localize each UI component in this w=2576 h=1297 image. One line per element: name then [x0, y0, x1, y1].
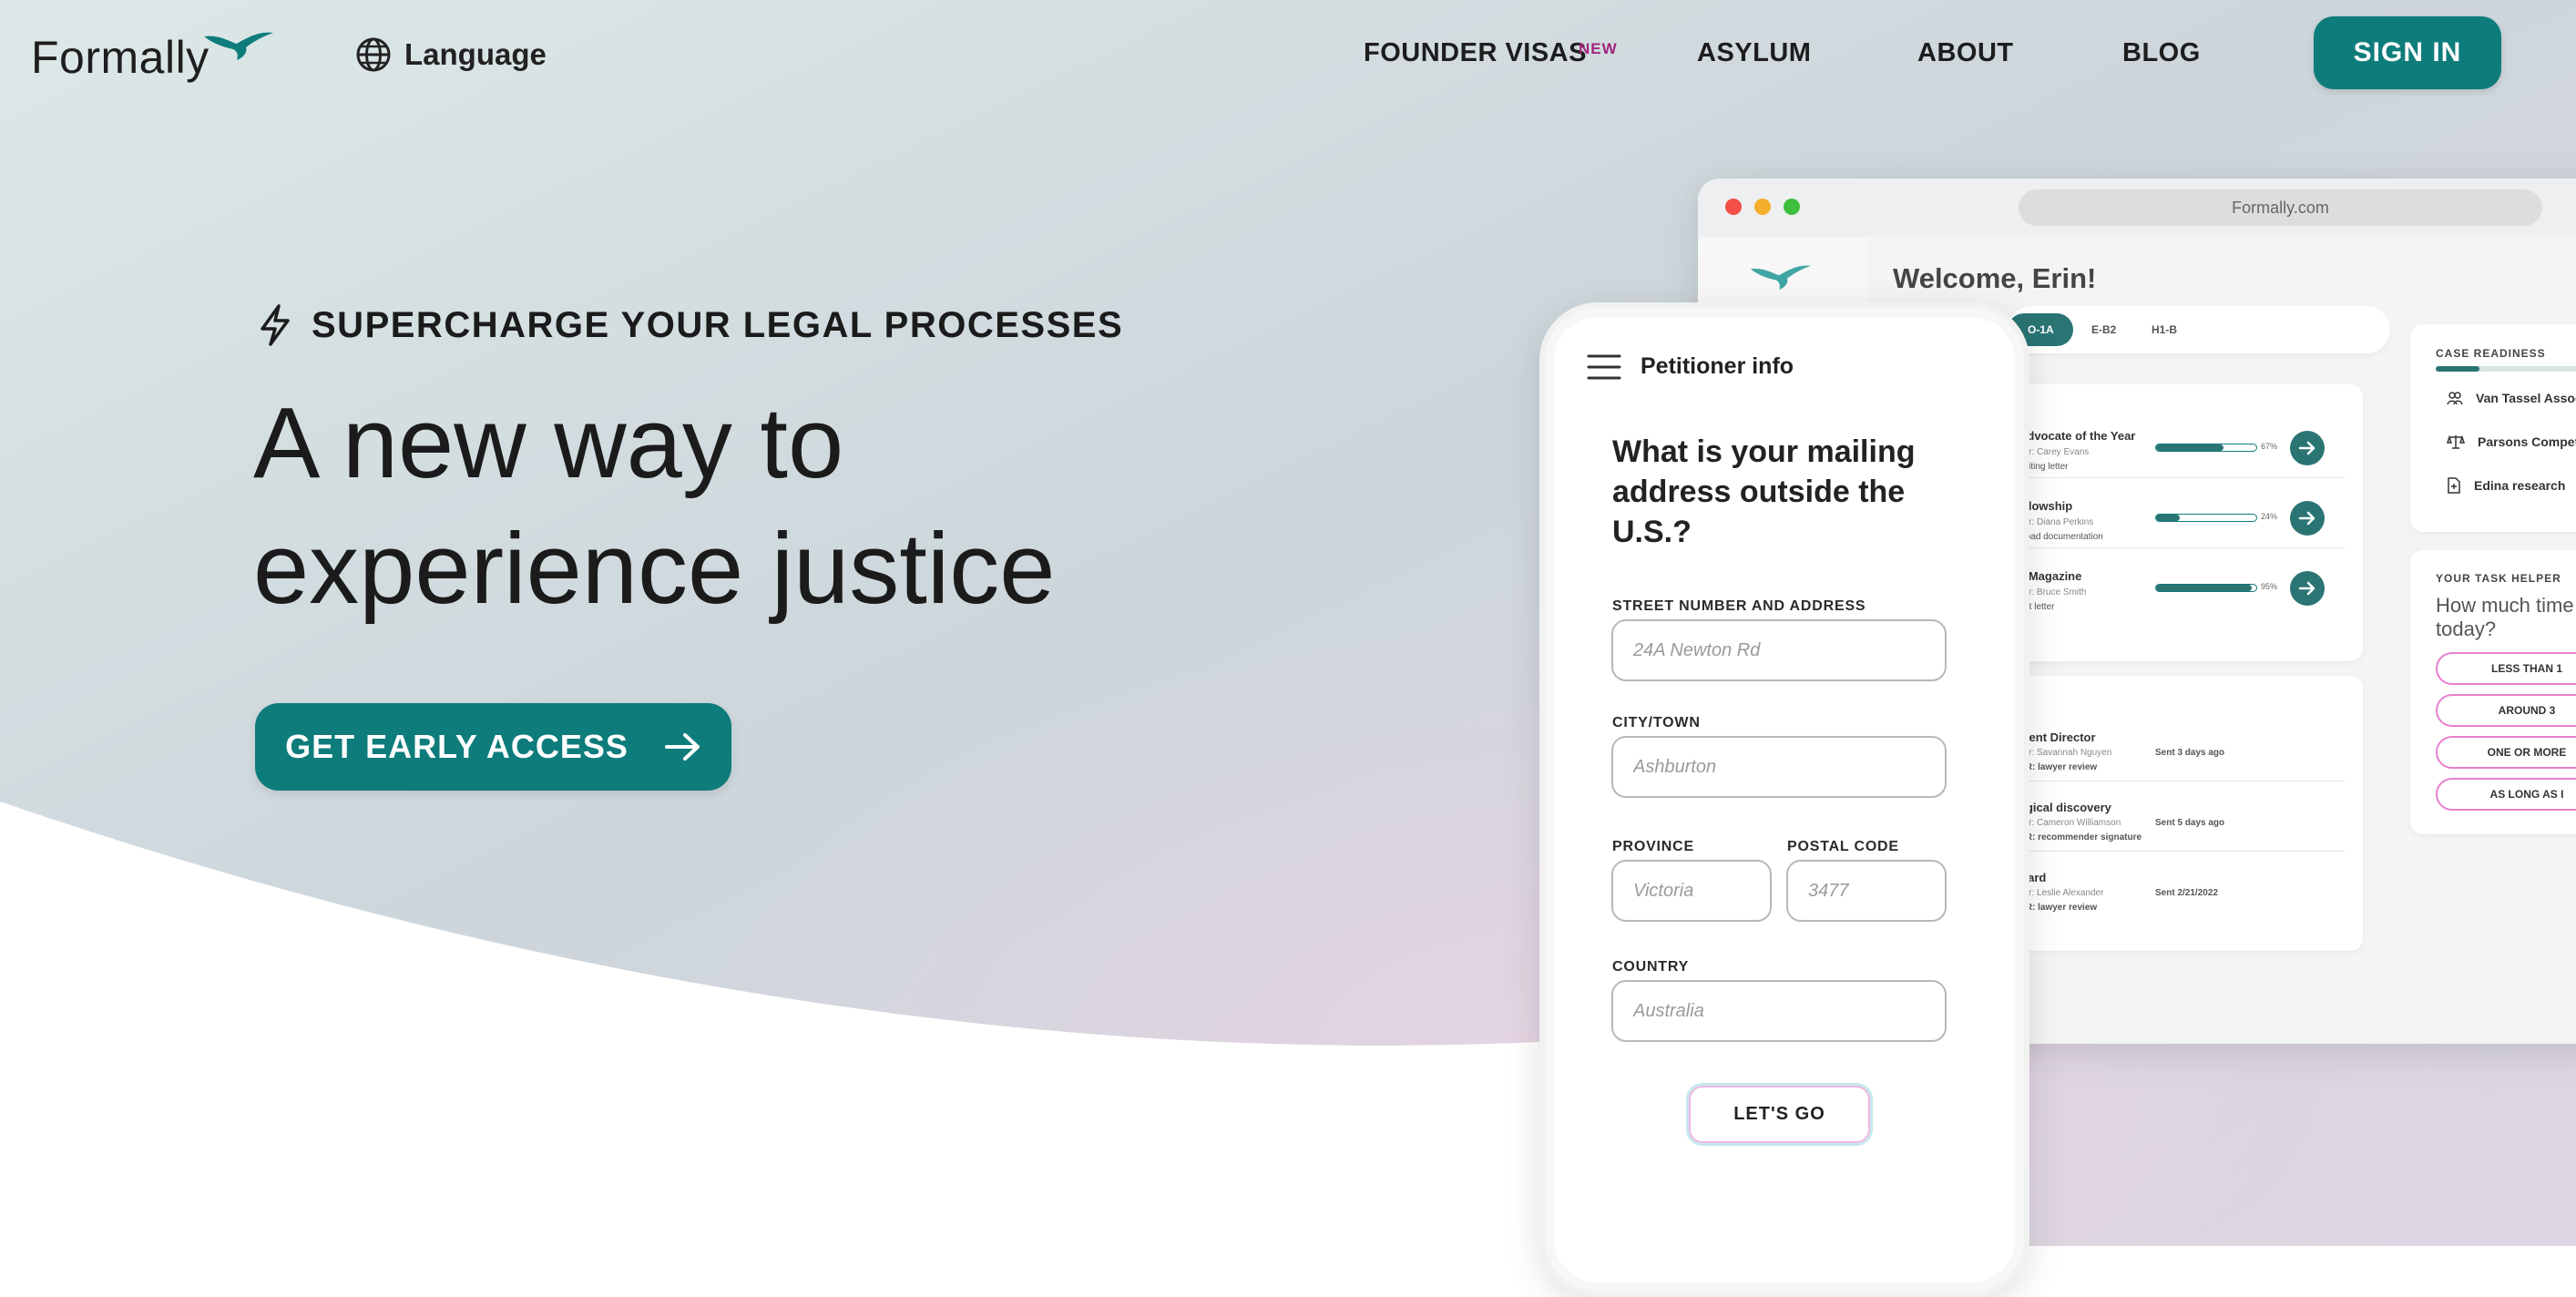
hamburger-menu-icon[interactable]: [1587, 353, 1621, 381]
new-badge: NEW: [1579, 40, 1618, 57]
case-item-label: Van Tassel Associ: [2476, 391, 2576, 405]
hero-kicker: SUPERCHARGE YOUR LEGAL PROCESSES: [257, 303, 1123, 347]
helper-option-4[interactable]: AS LONG AS I: [2436, 778, 2576, 811]
bird-logo-icon: [1750, 265, 1812, 290]
url-bar[interactable]: Formally.com: [2019, 189, 2542, 226]
nav-about[interactable]: ABOUT: [1917, 38, 2014, 68]
petition-progress-fill: [2156, 515, 2181, 521]
petition-progress-bar: [2155, 514, 2257, 522]
row-divider: [2017, 477, 2345, 478]
phone-screen-title: Petitioner info: [1641, 353, 1794, 379]
street-label: STREET NUMBER AND ADDRESS: [1612, 598, 1866, 614]
city-input[interactable]: [1611, 736, 1947, 798]
get-early-access-button[interactable]: GET EARLY ACCESS: [255, 703, 731, 791]
row-divider: [2017, 547, 2345, 548]
task-helper-label: YOUR TASK HELPER: [2436, 572, 2561, 585]
lets-go-button[interactable]: LET'S GO: [1686, 1083, 1873, 1146]
lightning-bolt-icon: [261, 304, 290, 346]
mailing-address-question: What is your mailing address outside the…: [1612, 434, 1916, 549]
scales-icon: [2447, 434, 2465, 449]
helper-option-2[interactable]: AROUND 3: [2436, 694, 2576, 727]
case-readiness-label: CASE READINESS: [2436, 347, 2546, 360]
brand-logo[interactable]: Formally: [31, 27, 275, 84]
sign-in-button[interactable]: SIGN IN: [2314, 16, 2501, 89]
petition-progress-fill: [2156, 585, 2252, 591]
maximize-dot-icon: [1784, 199, 1800, 215]
open-petition-button[interactable]: [2290, 431, 2325, 465]
province-label: PROVINCE: [1612, 839, 1694, 854]
petition-progress-bar: [2155, 584, 2257, 592]
task-helper-question-2: today?: [2436, 618, 2497, 640]
postal-code-input[interactable]: [1786, 860, 1947, 922]
letter-status: OR: lawyer review: [2019, 762, 2098, 772]
nav-blog[interactable]: BLOG: [2122, 38, 2201, 68]
petition-title[interactable]: Advocate of the Year: [2019, 429, 2135, 443]
arrow-right-icon: [2298, 581, 2315, 596]
cta-label: GET EARLY ACCESS: [285, 728, 629, 765]
logo-wordmark: Formally: [31, 32, 210, 83]
letter-title[interactable]: ogical discovery: [2019, 801, 2111, 814]
petition-progress-bar: [2155, 444, 2257, 452]
petition-progress-fill: [2156, 444, 2223, 451]
browser-bar: Formally.com: [1698, 179, 2576, 237]
letter-status: OR: recommender signature: [2019, 832, 2142, 843]
street-address-input[interactable]: [1611, 619, 1947, 681]
country-input[interactable]: [1611, 980, 1947, 1042]
letter-recommender: der: Leslie Alexander: [2019, 888, 2104, 898]
tab-h1b[interactable]: H1-B: [2152, 323, 2177, 336]
letter-title[interactable]: ment Director: [2019, 730, 2096, 744]
country-label: COUNTRY: [1612, 959, 1690, 975]
hero-headline: A new way to experience justice: [253, 381, 1255, 632]
open-petition-button[interactable]: [2290, 501, 2325, 536]
case-readiness-bar-fill: [2436, 366, 2479, 372]
tab-o1a[interactable]: O-1A: [2028, 323, 2054, 336]
kicker-text: SUPERCHARGE YOUR LEGAL PROCESSES: [312, 304, 1124, 345]
close-dot-icon: [1725, 199, 1742, 215]
city-label: CITY/TOWN: [1612, 715, 1701, 730]
welcome-heading: Welcome, Erin!: [1893, 262, 2097, 294]
task-helper-question-1: How much time c: [2436, 594, 2576, 617]
letter-recommender: der: Savannah Nguyen: [2019, 748, 2112, 758]
petition-percent: 95%: [2261, 582, 2278, 591]
helper-option-1[interactable]: LESS THAN 1: [2436, 652, 2576, 685]
arrow-right-icon: [664, 733, 700, 761]
petition-recommender: der: Diana Perkins: [2019, 517, 2094, 527]
case-item-label: Parsons Competi: [2478, 434, 2576, 449]
minimize-dot-icon: [1754, 199, 1771, 215]
tab-eb2[interactable]: E-B2: [2091, 323, 2116, 336]
letter-sent-date: Sent 2/21/2022: [2155, 888, 2218, 898]
case-item-1[interactable]: Van Tassel Associ: [2447, 390, 2576, 406]
headline-line-2: experience justice: [253, 513, 1056, 625]
letter-sent-date: Sent 5 days ago: [2155, 818, 2225, 828]
arrow-right-icon: [2298, 511, 2315, 526]
row-divider: [2017, 851, 2345, 852]
case-item-3[interactable]: Edina research: [2447, 477, 2565, 494]
open-petition-button[interactable]: [2290, 571, 2325, 606]
case-readiness-bar: [2436, 366, 2576, 372]
province-input[interactable]: [1611, 860, 1772, 922]
letter-status: OR: lawyer review: [2019, 903, 2098, 913]
petition-percent: 24%: [2261, 512, 2278, 521]
case-item-2[interactable]: Parsons Competi: [2447, 434, 2576, 450]
language-selector[interactable]: Language: [355, 36, 547, 73]
bird-logo-icon: [203, 32, 273, 60]
nav-asylum[interactable]: ASYLUM: [1697, 38, 1811, 68]
case-item-label: Edina research: [2474, 478, 2566, 493]
letter-recommender: der: Cameron Williamson: [2019, 818, 2121, 828]
letter-sent-date: Sent 3 days ago: [2155, 748, 2225, 758]
postal-code-label: POSTAL CODE: [1787, 839, 1899, 854]
people-icon: [2447, 392, 2463, 405]
helper-option-3[interactable]: ONE OR MORE: [2436, 736, 2576, 769]
headline-line-1: A new way to: [253, 387, 844, 499]
document-icon: [2448, 477, 2460, 494]
language-label: Language: [404, 37, 547, 71]
arrow-right-icon: [2298, 441, 2315, 455]
nav-founder-visas[interactable]: FOUNDER VISAS: [1364, 38, 1587, 68]
petition-percent: 67%: [2261, 442, 2278, 451]
globe-icon: [356, 37, 391, 72]
petition-next-step: pload documentation: [2019, 532, 2103, 542]
